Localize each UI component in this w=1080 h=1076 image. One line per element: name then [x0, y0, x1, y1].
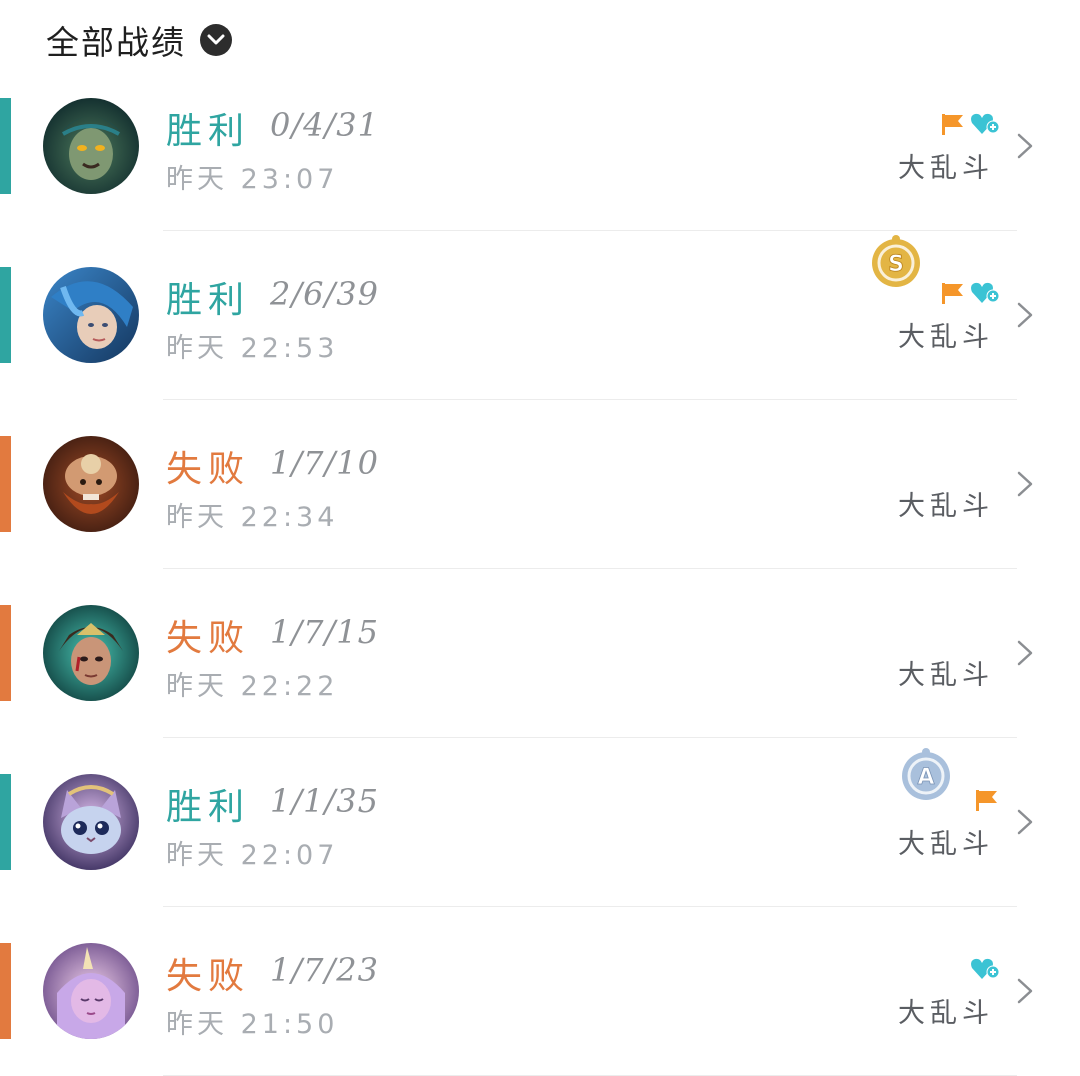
flag-icon — [940, 112, 966, 140]
match-row[interactable]: 胜利 2/6/39 昨天 22:53 大乱斗 S — [0, 231, 1080, 400]
chevron-right-icon[interactable] — [1016, 808, 1034, 836]
match-mode: 大乱斗 — [898, 322, 994, 353]
flag-icon — [940, 281, 966, 309]
champion-akali-avatar — [43, 605, 139, 701]
match-time: 昨天 21:50 — [166, 1009, 339, 1040]
champion-yuumi-avatar — [43, 774, 139, 870]
match-mode: 大乱斗 — [898, 998, 994, 1029]
match-result: 胜利 — [166, 280, 251, 321]
heart-plus-icon — [970, 281, 1000, 309]
match-time: 昨天 22:07 — [166, 840, 339, 871]
match-result: 胜利 — [166, 111, 251, 152]
badge-group — [940, 281, 1000, 309]
gold-s-medal-icon: S — [870, 233, 922, 293]
match-time: 昨天 22:34 — [166, 502, 339, 533]
champion-gragas-avatar — [43, 436, 139, 532]
heart-plus-icon — [970, 112, 1000, 140]
match-time: 昨天 22:22 — [166, 671, 339, 702]
result-color-bar — [0, 98, 11, 194]
match-time: 昨天 22:53 — [166, 333, 339, 364]
heart-plus-icon — [970, 957, 1000, 985]
match-time: 昨天 23:07 — [166, 164, 339, 195]
match-kda: 2/6/39 — [270, 275, 379, 313]
chevron-right-icon[interactable] — [1016, 639, 1034, 667]
match-row[interactable]: 胜利 1/1/35 昨天 22:07 大乱斗 A — [0, 738, 1080, 907]
badge-group — [974, 788, 1000, 816]
match-row[interactable]: 失败 1/7/23 昨天 21:50 大乱斗 — [0, 907, 1080, 1076]
match-row[interactable]: 胜利 0/4/31 昨天 23:07 大乱斗 — [0, 62, 1080, 231]
match-result: 失败 — [166, 956, 251, 997]
match-result: 失败 — [166, 449, 251, 490]
svg-text:A: A — [917, 765, 934, 790]
badge-group — [970, 957, 1000, 985]
result-color-bar — [0, 267, 11, 363]
match-kda: 1/1/35 — [270, 782, 379, 820]
chevron-right-icon[interactable] — [1016, 301, 1034, 329]
silver-a-medal-icon: A — [900, 746, 952, 806]
champion-gwen-avatar — [43, 267, 139, 363]
page-title: 全部战绩 — [46, 23, 186, 62]
chevron-right-icon[interactable] — [1016, 977, 1034, 1005]
result-color-bar — [0, 436, 11, 532]
match-kda: 1/7/15 — [270, 613, 379, 651]
match-row[interactable]: 失败 1/7/10 昨天 22:34 大乱斗 — [0, 400, 1080, 569]
match-mode: 大乱斗 — [898, 660, 994, 691]
match-kda: 1/7/23 — [270, 951, 379, 989]
chevron-down-circle-icon[interactable] — [200, 24, 232, 56]
champion-amumu-avatar — [43, 98, 139, 194]
match-list: 胜利 0/4/31 昨天 23:07 大乱斗 胜利 2/6/39 昨天 22:53 大乱斗 S 失… — [0, 62, 1080, 1076]
match-mode: 大乱斗 — [898, 491, 994, 522]
chevron-right-icon[interactable] — [1016, 470, 1034, 498]
match-kda: 1/7/10 — [270, 444, 379, 482]
match-kda: 0/4/31 — [270, 106, 379, 144]
header: 全部战绩 — [46, 18, 232, 62]
svg-text:S: S — [888, 252, 904, 277]
match-result: 胜利 — [166, 787, 251, 828]
match-result: 失败 — [166, 618, 251, 659]
result-color-bar — [0, 774, 11, 870]
badge-group — [940, 112, 1000, 140]
flag-icon — [974, 788, 1000, 816]
match-row[interactable]: 失败 1/7/15 昨天 22:22 大乱斗 — [0, 569, 1080, 738]
match-mode: 大乱斗 — [898, 829, 994, 860]
chevron-right-icon[interactable] — [1016, 132, 1034, 160]
result-color-bar — [0, 605, 11, 701]
champion-soraka-avatar — [43, 943, 139, 1039]
match-mode: 大乱斗 — [898, 153, 994, 184]
result-color-bar — [0, 943, 11, 1039]
